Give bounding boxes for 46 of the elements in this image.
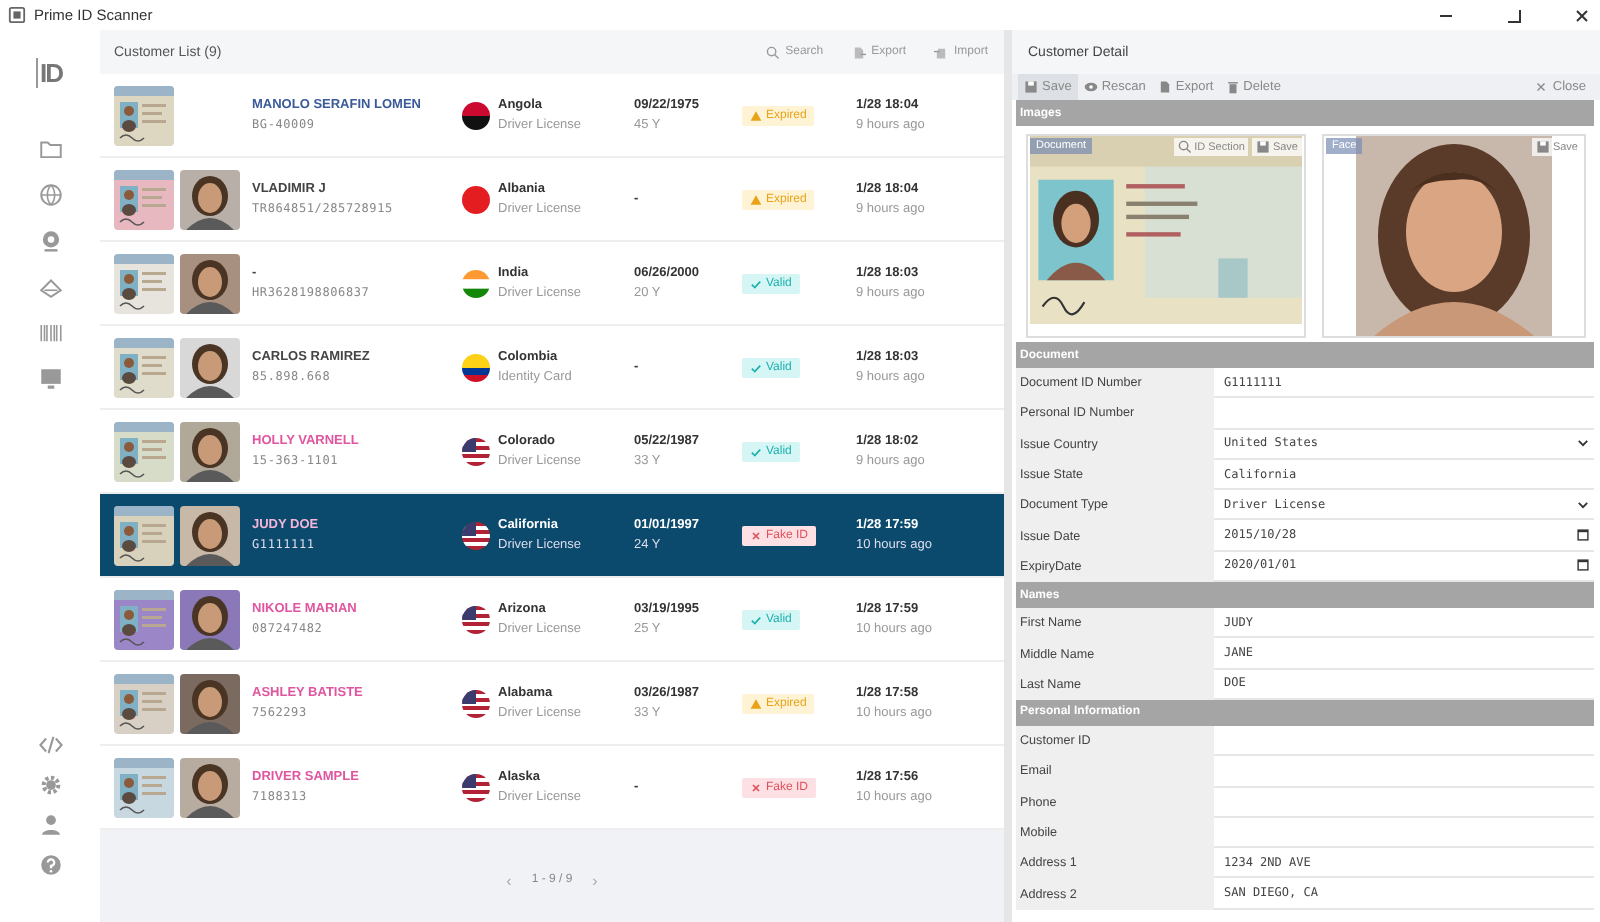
trash-icon (1225, 80, 1240, 94)
save-icon (1024, 80, 1038, 94)
webcam-icon[interactable] (37, 228, 63, 254)
maximize-icon[interactable] (1504, 5, 1524, 25)
import-icon (933, 45, 948, 59)
warning-icon (750, 697, 762, 709)
cross-icon (750, 781, 762, 793)
flag-icon (462, 185, 490, 213)
flag-icon (462, 605, 490, 633)
flag-icon (462, 101, 490, 129)
calendar-icon (1576, 558, 1590, 573)
export-icon (851, 45, 866, 59)
monitor-icon[interactable] (37, 366, 63, 392)
flag-icon (462, 521, 490, 549)
check-icon (750, 445, 762, 457)
flag-icon (462, 773, 490, 801)
eye-icon (1083, 80, 1098, 94)
flag-icon (462, 689, 490, 717)
warning-icon (750, 193, 762, 205)
check-icon (750, 361, 762, 373)
check-icon (750, 613, 762, 625)
caret-icon (1576, 497, 1590, 512)
flag-icon (462, 269, 490, 297)
warning-icon (750, 109, 762, 121)
export-icon (1157, 80, 1172, 94)
user-icon[interactable] (37, 812, 63, 838)
code-icon[interactable] (37, 732, 63, 758)
globe-icon[interactable] (37, 182, 63, 208)
calendar-icon (1576, 528, 1590, 543)
close-icon[interactable] (1572, 5, 1592, 25)
search-icon (765, 45, 780, 59)
save-icon (1536, 140, 1551, 154)
flag-icon (462, 437, 490, 465)
caret-icon (1576, 436, 1590, 451)
cross-icon (750, 529, 762, 541)
search-icon (1178, 140, 1193, 154)
barcode-icon[interactable] (37, 320, 63, 346)
save-icon (1256, 140, 1271, 154)
folder-icon[interactable] (37, 136, 63, 162)
app-icon (8, 6, 26, 24)
settings-icon[interactable] (37, 772, 63, 798)
flag-icon (462, 353, 490, 381)
check-icon (750, 277, 762, 289)
logo: ID (36, 58, 64, 88)
help-icon[interactable] (37, 852, 63, 878)
close-icon (1534, 80, 1549, 94)
